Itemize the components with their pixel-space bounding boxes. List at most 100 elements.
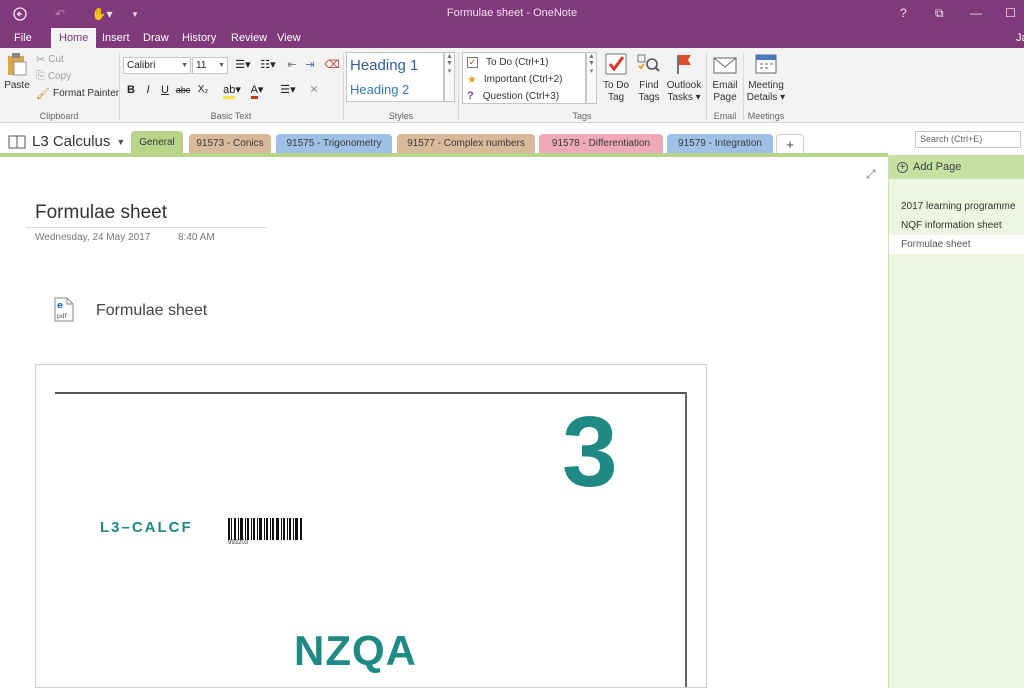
notebook-selector[interactable]: L3 Calculus ▼ — [8, 133, 125, 150]
section-tab-conics[interactable]: 91573 - Conics — [189, 134, 271, 154]
attachment-label[interactable]: Formulae sheet — [96, 302, 207, 320]
pdf-file-icon[interactable]: e pdf — [54, 297, 74, 322]
find-tags-button[interactable]: Find Tags — [634, 52, 664, 104]
font-size-dropdown[interactable]: 11 ▼ — [192, 57, 228, 74]
cut-button[interactable]: ✂ Cut — [36, 51, 64, 67]
format-painter-button[interactable]: 🖌 Format Painter — [36, 85, 119, 101]
bullets-icon[interactable]: ☰▾ — [231, 56, 255, 74]
outlook-tasks-label1: Outlook — [666, 80, 702, 91]
page-item[interactable]: 2017 learning programme — [889, 197, 1024, 216]
scan-border-right — [685, 392, 687, 687]
paste-button[interactable]: Paste — [3, 52, 31, 92]
tag-important-label: Important (Ctrl+2) — [483, 73, 563, 85]
section-tab-trigonometry[interactable]: 91575 - Trigonometry — [276, 134, 392, 154]
copy-button[interactable]: ⎘ Copy — [36, 68, 71, 84]
expand-icon[interactable]: ⤢ — [866, 167, 876, 182]
ribbon-display-icon[interactable]: ⧉ — [935, 6, 944, 21]
copy-icon: ⎘ — [36, 69, 45, 82]
chevron-down-icon: ▼ — [116, 136, 126, 147]
todo-tag-button[interactable]: To Do Tag — [599, 52, 633, 104]
tab-insert[interactable]: Insert — [96, 31, 136, 48]
delete-icon[interactable]: ✕ — [306, 81, 322, 99]
subscript-button[interactable]: X₂ — [194, 81, 212, 99]
section-tab-complex-numbers[interactable]: 91577 - Complex numbers — [397, 134, 535, 154]
align-icon[interactable]: ☰▾ — [277, 81, 299, 99]
tag-todo-label: To Do (Ctrl+1) — [486, 56, 549, 68]
help-button[interactable]: ? — [900, 6, 907, 20]
maximize-icon[interactable]: ☐ — [1005, 6, 1016, 20]
outlook-tasks-button[interactable]: Outlook Tasks ▾ — [665, 52, 703, 104]
email-page-button[interactable]: Email Page — [709, 52, 741, 104]
pdf-printout-image[interactable]: 3 L3–CALCF 993203 NZQA — [35, 364, 707, 688]
notebook-name: L3 Calculus — [32, 133, 111, 150]
brush-icon: 🖌 — [36, 87, 50, 100]
title-bar: ↶ ✋▾ ▾ Formulae sheet - OneNote ? ⧉ — ☐ — [0, 0, 1024, 28]
styles-scroll[interactable]: ▲ ▼ ▾ — [444, 52, 455, 102]
tag-important[interactable]: ★ Important (Ctrl+2) — [467, 71, 563, 87]
tags-gallery[interactable]: ✓ To Do (Ctrl+1) ★ Important (Ctrl+2) ? Que… — [462, 52, 586, 104]
window-title: Formulae sheet - OneNote — [446, 7, 578, 19]
section-tab-integration[interactable]: 91579 - Integration — [667, 134, 773, 154]
bold-button[interactable]: B — [124, 81, 138, 99]
question-icon: ? — [467, 90, 474, 102]
nzqa-logo: NZQA — [294, 627, 417, 674]
meeting-details-button[interactable]: Meeting Details ▾ — [746, 52, 786, 104]
email-page-label2: Page — [713, 92, 737, 103]
barcode-number: 993203 — [228, 540, 249, 546]
cut-label: Cut — [48, 53, 64, 65]
notebook-icon — [8, 135, 26, 148]
page-item-active[interactable]: Formulae sheet — [889, 235, 1024, 254]
meeting-details-label2: Details ▾ — [746, 92, 786, 103]
search-input[interactable]: Search (Ctrl+E) — [915, 131, 1021, 148]
add-page-label: Add Page — [913, 161, 962, 173]
page-item[interactable]: NQF information sheet — [889, 216, 1024, 235]
font-color-icon[interactable]: A▾ — [246, 81, 268, 99]
underline-button[interactable]: U — [158, 81, 172, 99]
decrease-indent-icon[interactable]: ⇤ — [284, 56, 300, 74]
add-section-button[interactable]: + — [776, 134, 804, 154]
page-date: Wednesday, 24 May 2017 — [35, 232, 151, 243]
scissors-icon: ✂ — [36, 53, 46, 66]
divider — [743, 52, 744, 120]
page-list-pane: + Add Page 2017 learning programme NQF i… — [888, 155, 1024, 688]
highlight-icon[interactable]: ab▾ — [220, 81, 244, 99]
page-time: 8:40 AM — [178, 232, 215, 243]
increase-indent-icon[interactable]: ⇥ — [302, 56, 318, 74]
minimize-icon[interactable]: — — [970, 6, 982, 20]
italic-button[interactable]: I — [141, 81, 155, 99]
tab-draw[interactable]: Draw — [137, 31, 175, 48]
styles-gallery[interactable]: Heading 1 Heading 2 — [346, 52, 444, 102]
group-clipboard: Clipboard — [39, 111, 79, 121]
tag-question[interactable]: ? Question (Ctrl+3) — [467, 88, 559, 104]
tag-question-label: Question (Ctrl+3) — [482, 90, 560, 102]
user-name[interactable]: Ja — [1010, 31, 1024, 48]
attachment-type-label: pdf — [57, 313, 68, 320]
font-name-value: Calibri — [127, 60, 156, 71]
meeting-details-label1: Meeting — [748, 80, 784, 91]
tab-home[interactable]: Home — [51, 28, 97, 48]
tags-scroll[interactable]: ▲ ▼ ▾ — [586, 52, 597, 104]
group-basic-text: Basic Text — [210, 111, 252, 121]
section-tab-differentiation[interactable]: 91578 - Differentiation — [539, 134, 663, 154]
paste-label: Paste — [4, 80, 30, 91]
page-title[interactable]: Formulae sheet — [35, 202, 167, 224]
tab-history[interactable]: History — [176, 31, 222, 48]
chevron-down-icon: ▼ — [181, 62, 188, 69]
divider — [458, 52, 459, 120]
calendar-icon — [755, 54, 777, 74]
heading1-style[interactable]: Heading 1 — [350, 57, 418, 74]
section-tab-general[interactable]: General — [131, 131, 183, 154]
svg-text:e: e — [57, 301, 63, 311]
tab-review[interactable]: Review — [225, 31, 273, 48]
numbering-icon[interactable]: ☷▾ — [256, 56, 280, 74]
find-tags-icon — [637, 54, 660, 72]
tab-file[interactable]: File — [8, 31, 38, 48]
tag-todo[interactable]: ✓ To Do (Ctrl+1) — [467, 54, 549, 70]
strikethrough-button[interactable]: abc — [174, 81, 192, 99]
tab-view[interactable]: View — [271, 31, 307, 48]
checkbox-icon: ✓ — [467, 56, 478, 68]
clear-formatting-icon[interactable]: ⌫ — [324, 56, 340, 74]
heading2-style[interactable]: Heading 2 — [350, 82, 409, 97]
add-page-button[interactable]: + Add Page — [889, 155, 1024, 179]
font-name-dropdown[interactable]: Calibri ▼ — [123, 57, 191, 74]
